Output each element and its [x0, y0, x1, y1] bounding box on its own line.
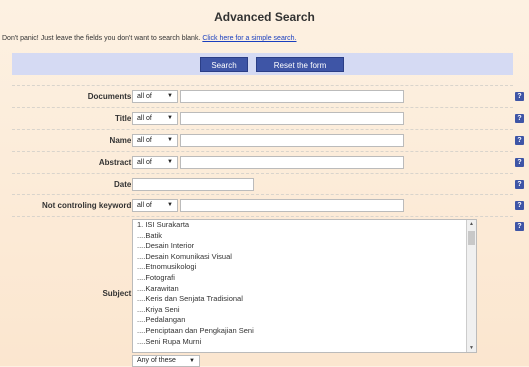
- chevron-down-icon: ▼: [167, 159, 173, 165]
- list-item[interactable]: ....Desain Interior: [133, 241, 476, 252]
- title-input[interactable]: [180, 112, 404, 125]
- chevron-down-icon: ▼: [189, 358, 195, 364]
- list-item[interactable]: 1. ISI Surakarta: [133, 220, 476, 231]
- chevron-down-icon: ▼: [167, 137, 173, 143]
- keyword-row: Not controling keyword: all of ▼ ?: [12, 194, 524, 217]
- list-item[interactable]: ....Desain Komunikasi Visual: [133, 252, 476, 263]
- help-icon[interactable]: ?: [515, 114, 524, 123]
- intro-text: Don't panic! Just leave the fields you d…: [2, 35, 297, 42]
- abstract-input[interactable]: [180, 156, 404, 169]
- subject-label: Subject:: [102, 289, 134, 298]
- date-row: Date: ?: [12, 173, 524, 195]
- keyword-match-value: all of: [137, 202, 152, 209]
- help-icon[interactable]: ?: [515, 201, 524, 210]
- reset-form-button[interactable]: Reset the form: [256, 57, 344, 72]
- chevron-down-icon: ▼: [167, 115, 173, 121]
- help-icon[interactable]: ?: [515, 92, 524, 101]
- documents-match-value: all of: [137, 93, 152, 100]
- list-item[interactable]: ....Keris dan Senjata Tradisional: [133, 294, 476, 305]
- chevron-down-icon: ▼: [167, 93, 173, 99]
- keyword-input[interactable]: [180, 199, 404, 212]
- name-input[interactable]: [180, 134, 404, 147]
- list-item[interactable]: ....Penciptaan dan Pengkajian Seni: [133, 326, 476, 337]
- name-match-value: all of: [137, 137, 152, 144]
- documents-input[interactable]: [180, 90, 404, 103]
- name-label: Name:: [109, 136, 134, 145]
- search-button[interactable]: Search: [200, 57, 248, 72]
- abstract-match-value: all of: [137, 159, 152, 166]
- subject-match-select[interactable]: Any of these ▼: [132, 355, 200, 367]
- simple-search-link[interactable]: Click here for a simple search.: [202, 35, 296, 42]
- list-item[interactable]: ....Etnomusikologi: [133, 262, 476, 273]
- help-icon[interactable]: ?: [515, 222, 524, 231]
- subject-listbox[interactable]: 1. ISI Surakarta ....Batik ....Desain In…: [132, 219, 477, 353]
- name-match-select[interactable]: all of ▼: [132, 134, 178, 147]
- keyword-label: Not controling keyword:: [42, 201, 134, 210]
- name-row: Name: all of ▼ ?: [12, 129, 524, 152]
- documents-row: Documents: all of ▼ ?: [12, 85, 524, 108]
- chevron-down-icon: ▼: [167, 202, 173, 208]
- list-item[interactable]: ....Pedalangan: [133, 315, 476, 326]
- subject-scrollbar[interactable]: ▲ ▼: [466, 220, 476, 352]
- scroll-up-icon[interactable]: ▲: [467, 221, 476, 227]
- documents-label: Documents:: [87, 92, 134, 101]
- keyword-match-select[interactable]: all of ▼: [132, 199, 178, 212]
- title-row: Title: all of ▼ ?: [12, 107, 524, 130]
- help-icon[interactable]: ?: [515, 136, 524, 145]
- help-icon[interactable]: ?: [515, 180, 524, 189]
- date-input[interactable]: [132, 178, 254, 191]
- list-item[interactable]: ....Batik: [133, 231, 476, 242]
- title-match-select[interactable]: all of ▼: [132, 112, 178, 125]
- scroll-thumb[interactable]: [468, 231, 475, 245]
- list-item[interactable]: ....Karawitan: [133, 284, 476, 295]
- subject-match-value: Any of these: [137, 357, 176, 364]
- title-match-value: all of: [137, 115, 152, 122]
- list-item[interactable]: ....Seni Rupa Murni: [133, 337, 476, 348]
- intro-message: Don't panic! Just leave the fields you d…: [2, 35, 201, 42]
- documents-match-select[interactable]: all of ▼: [132, 90, 178, 103]
- list-item[interactable]: ....Kriya Seni: [133, 305, 476, 316]
- help-icon[interactable]: ?: [515, 158, 524, 167]
- abstract-row: Abstract: all of ▼ ?: [12, 151, 524, 174]
- scroll-down-icon[interactable]: ▼: [467, 345, 476, 351]
- list-item[interactable]: ....Fotografi: [133, 273, 476, 284]
- abstract-label: Abstract:: [98, 158, 134, 167]
- page-title: Advanced Search: [214, 10, 315, 24]
- date-label: Date:: [113, 180, 134, 189]
- button-bar: Search Reset the form: [12, 53, 513, 75]
- abstract-match-select[interactable]: all of ▼: [132, 156, 178, 169]
